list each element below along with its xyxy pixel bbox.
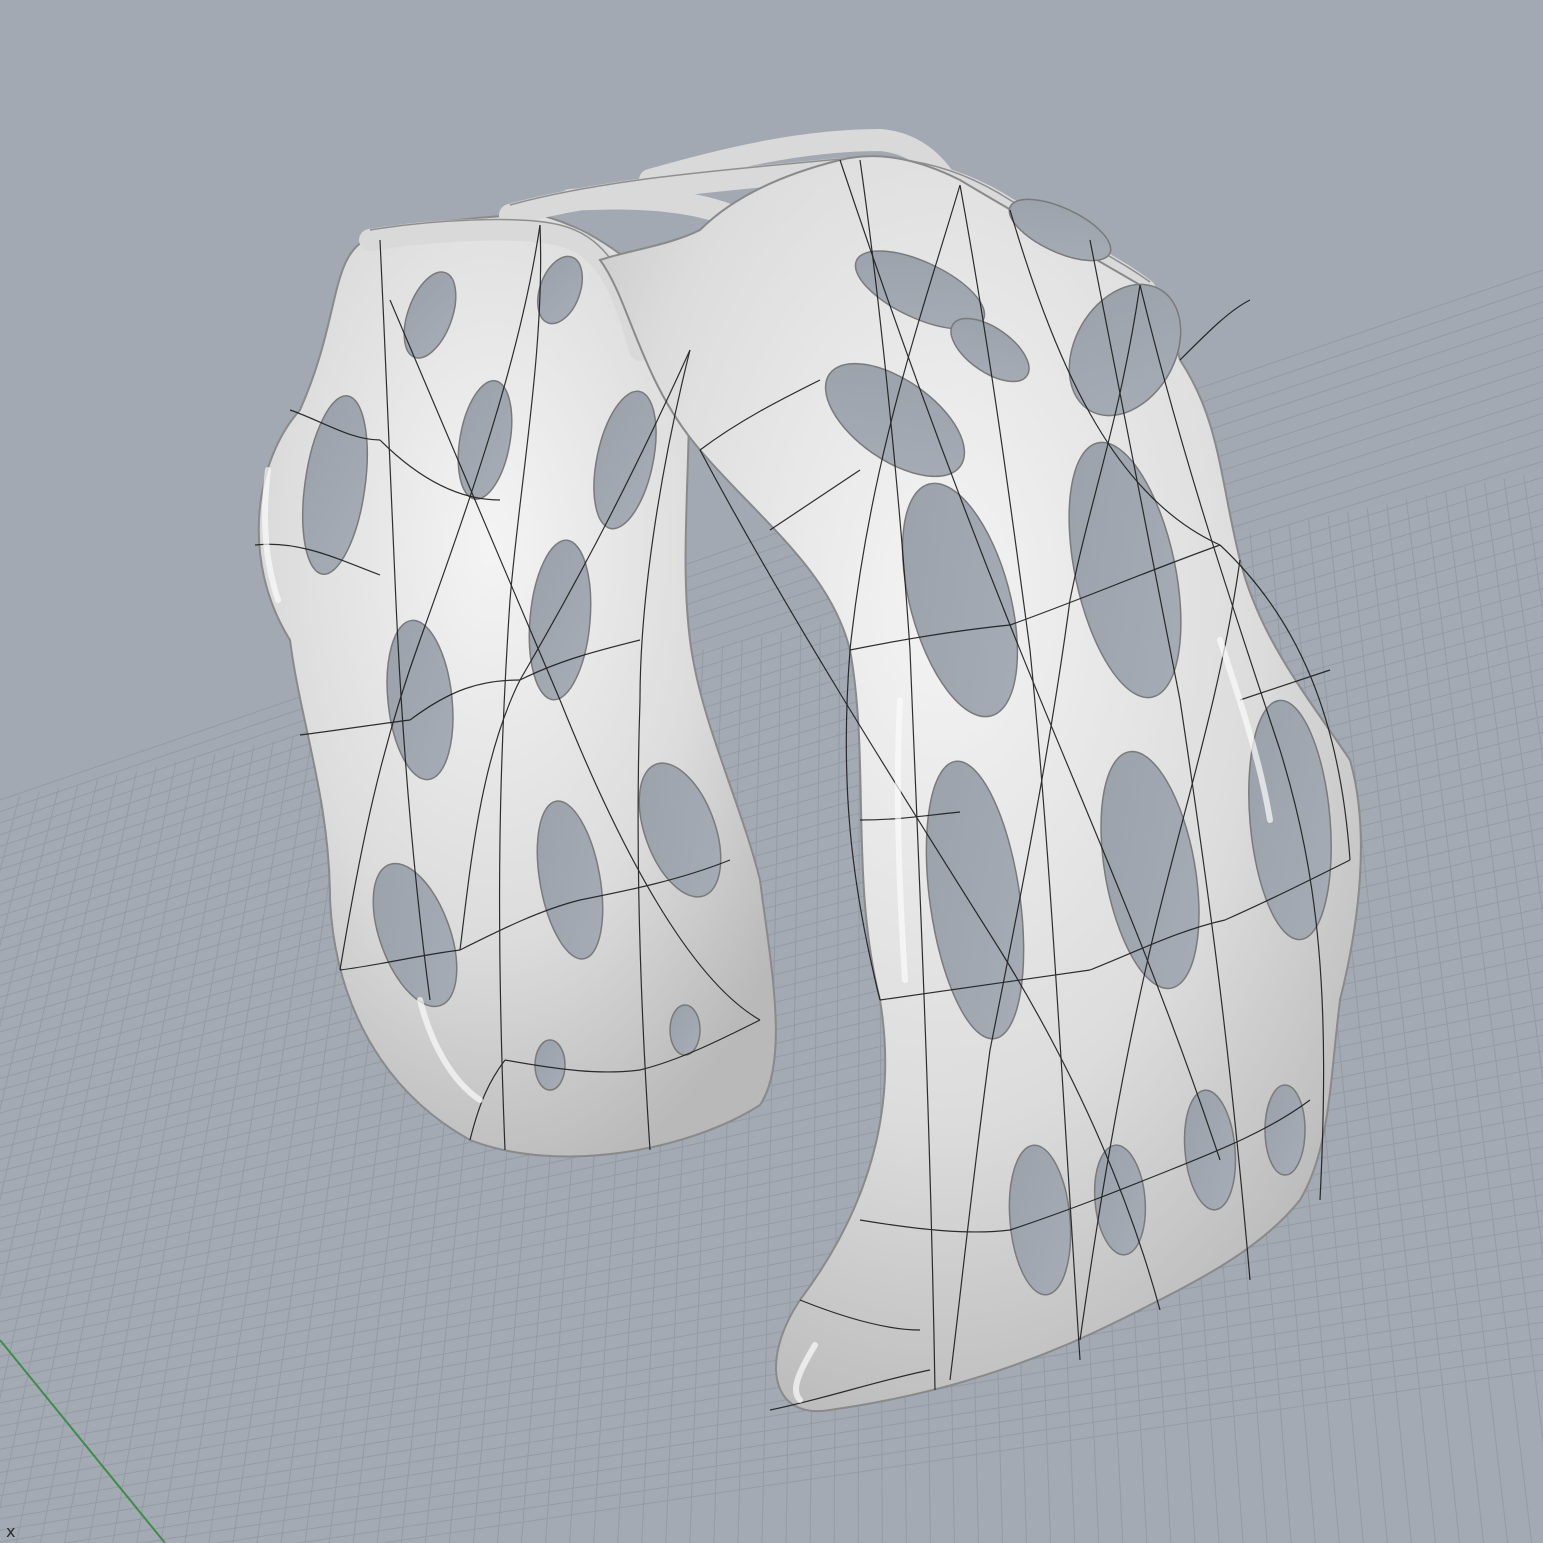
x-axis-label: x — [6, 1522, 16, 1541]
3d-viewport[interactable]: x — [0, 0, 1543, 1543]
